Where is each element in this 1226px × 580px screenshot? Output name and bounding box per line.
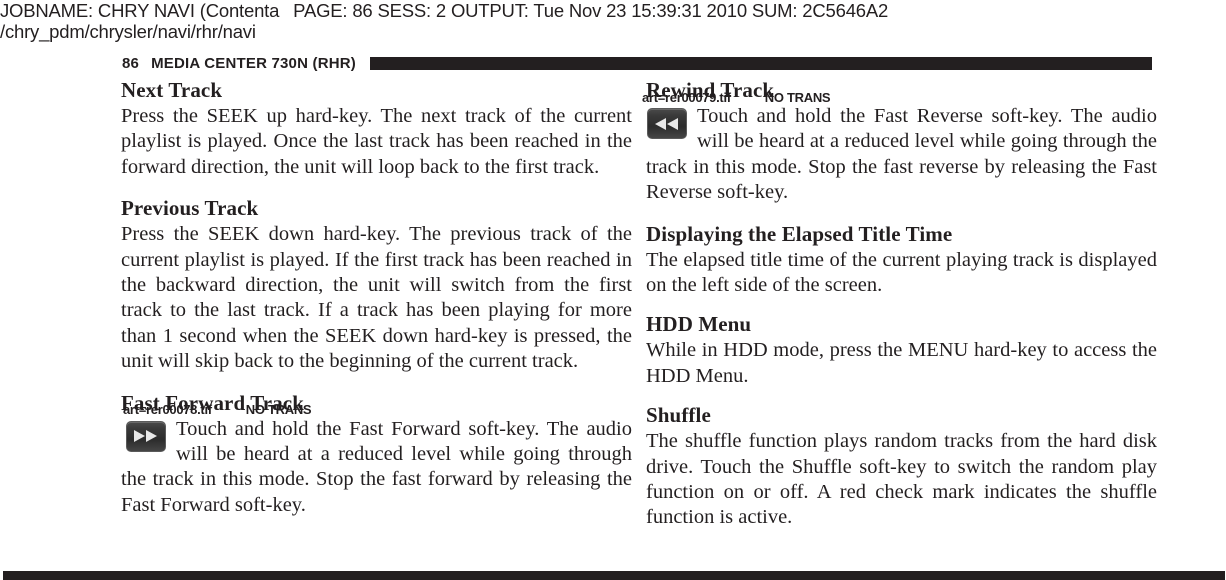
art-file-name: art=rer00079.tif: [642, 90, 731, 105]
section-body: Press the SEEK up hard-key. The next tra…: [121, 105, 632, 178]
art-no-trans-note: NO TRANS: [764, 90, 831, 105]
job-header-line-1: JOBNAME: CHRY NAVI (Contenta PAGE: 86 SE…: [0, 0, 1226, 21]
art-annotation-rewind: art=rer00079.tif NO TRANS: [642, 90, 831, 105]
art-file-name: art=rer00078.tif: [123, 401, 212, 417]
section-previous-track: Previous Track Press the SEEK down hard-…: [121, 196, 632, 374]
fast-forward-icon[interactable]: [126, 420, 166, 452]
bottom-rule: [3, 571, 1225, 580]
right-column: Rewind Track art=rer00079.tif NO TRANS To…: [642, 78, 1157, 545]
section-heading: Previous Track: [121, 196, 259, 221]
page-title-row: 86 MEDIA CENTER 730N (RHR): [122, 53, 1152, 73]
section-fast-forward-track: Fast Forward Track art=rer00078.tif NO TR…: [121, 391, 632, 519]
section-body: The shuffle function plays random tracks…: [646, 430, 1157, 529]
section-body: Touch and hold the Fast Reverse soft-key…: [646, 105, 1157, 204]
output-label: OUTPUT:: [450, 0, 529, 21]
body-columns: Next Track Press the SEEK up hard-key. T…: [0, 78, 1226, 558]
section-body: Press the SEEK down hard-key. The previo…: [121, 223, 632, 373]
page-label: PAGE:: [293, 0, 348, 21]
job-header-path: /chry_pdm/chrysler/navi/rhr/navi: [0, 21, 256, 42]
jobname-label: JOBNAME:: [0, 0, 93, 21]
sum-label: SUM:: [751, 0, 798, 21]
section-body: The elapsed title time of the current pl…: [646, 248, 1157, 297]
output-value: Tue Nov 23 15:39:31 2010: [533, 0, 747, 21]
sum-value: 2C5646A2: [802, 0, 889, 21]
section-heading: HDD Menu: [646, 312, 752, 337]
jobname-value: CHRY NAVI (Contenta: [97, 0, 280, 21]
section-body: While in HDD mode, press the MENU hard-k…: [646, 339, 1157, 387]
section-heading: Next Track: [121, 78, 223, 102]
print-job-header: JOBNAME: CHRY NAVI (Contenta PAGE: 86 SE…: [0, 0, 1226, 42]
section-heading: Shuffle: [646, 403, 711, 428]
section-hdd-menu: HDD Menu While in HDD mode, press the ME…: [646, 312, 1157, 389]
section-next-track: Next Track Press the SEEK up hard-key. T…: [121, 78, 632, 180]
section-heading: Displaying the Elapsed Title Time: [646, 221, 953, 246]
rewind-icon[interactable]: [647, 108, 687, 139]
section-body: Touch and hold the Fast Forward soft-key…: [121, 417, 632, 516]
sess-value: 2: [435, 0, 446, 21]
art-no-trans-note: NO TRANS: [245, 401, 312, 417]
art-annotation-fast-forward: art=rer00078.tif NO TRANS: [123, 401, 312, 417]
title-rule: [370, 56, 1152, 70]
page-value: 86: [352, 0, 373, 21]
page-number: 86: [122, 54, 140, 72]
page-title: MEDIA CENTER 730N (RHR): [151, 54, 356, 72]
left-column: Next Track Press the SEEK up hard-key. T…: [121, 78, 632, 534]
sess-label: SESS:: [377, 0, 431, 21]
section-elapsed-title-time: Displaying the Elapsed Title Time The el…: [646, 222, 1157, 299]
section-rewind-track: Rewind Track art=rer00079.tif NO TRANS To…: [642, 78, 1157, 206]
section-shuffle: Shuffle The shuffle function plays rando…: [646, 403, 1157, 531]
